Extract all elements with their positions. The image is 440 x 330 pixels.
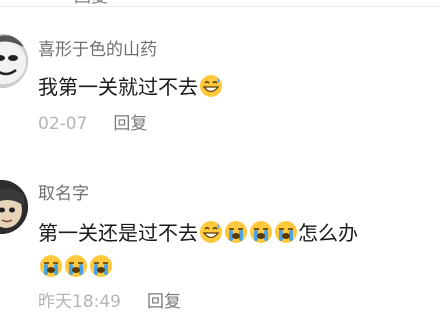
comment-item: 喜形于色的山药 我第一关就过不去 02-07 回复 xyxy=(0,28,440,148)
comment-time: 昨天18:49 xyxy=(38,292,121,312)
divider xyxy=(0,6,440,7)
crying-icon xyxy=(39,254,63,278)
crying-icon xyxy=(224,220,248,244)
comment-text: 第一关还是过不去 怎么办 xyxy=(38,220,358,246)
avatar-character-icon xyxy=(0,180,28,234)
avatar[interactable] xyxy=(0,34,28,88)
comment-text: 我第一关就过不去 xyxy=(38,74,223,100)
comment-time: 02-07 xyxy=(38,114,88,134)
comment-meta: 昨天18:49 回复 xyxy=(38,292,181,312)
comment-list: 回复 喜形于色的山药 我第一关就过不去 02-07 回复 xyxy=(0,0,440,330)
reply-button[interactable]: 回复 xyxy=(147,292,181,312)
comment-username[interactable]: 取名字 xyxy=(38,184,89,204)
comment-text-line2 xyxy=(38,254,113,278)
comment-username[interactable]: 喜形于色的山药 xyxy=(38,40,157,60)
grinning-sweat-icon xyxy=(199,220,223,244)
comment-item: 取名字 第一关还是过不去 怎么办 昨天18:49 回复 xyxy=(0,176,440,326)
comment-text-body: 我第一关就过不去 xyxy=(38,75,198,99)
avatar[interactable] xyxy=(0,180,28,234)
crying-icon xyxy=(249,220,273,244)
comment-text-tail: 怎么办 xyxy=(298,221,358,245)
crying-icon xyxy=(274,220,298,244)
comment-text-body: 第一关还是过不去 xyxy=(38,221,198,245)
crying-icon xyxy=(89,254,113,278)
avatar-face-icon xyxy=(0,34,28,88)
crying-icon xyxy=(64,254,88,278)
reply-button[interactable]: 回复 xyxy=(113,114,147,134)
grinning-sweat-icon xyxy=(199,74,223,98)
comment-meta: 02-07 回复 xyxy=(38,114,147,134)
